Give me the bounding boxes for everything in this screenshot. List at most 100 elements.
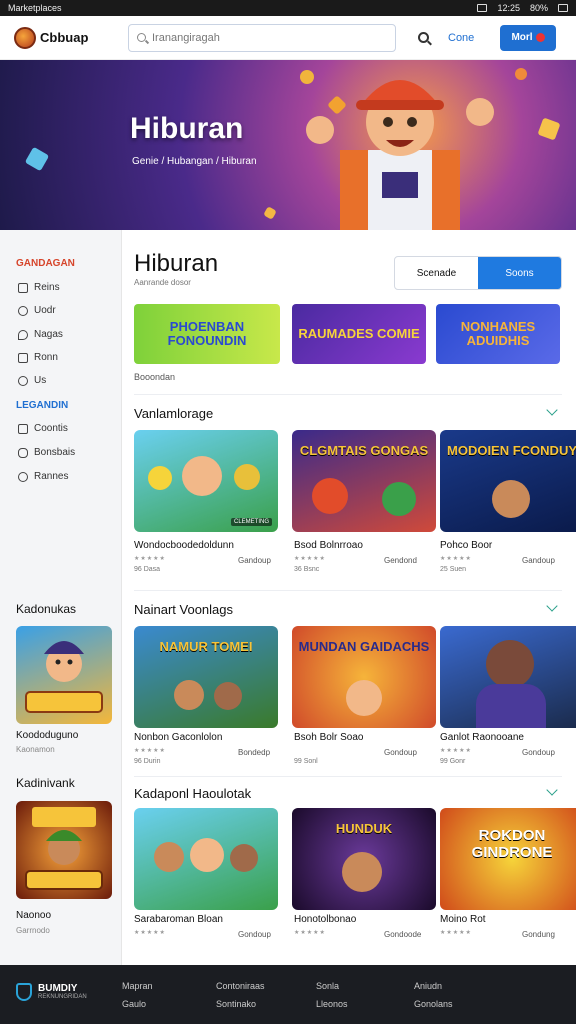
hero-title: Hiburan — [130, 112, 244, 145]
game-card[interactable]: MODOIEN FCONDUY — [440, 430, 576, 532]
section-title: Kadaponl Haoulotak — [134, 786, 252, 801]
card-art-text: ROKDON GINDRONE — [471, 827, 553, 861]
game-title[interactable]: Bsod Bolnrroao — [294, 540, 363, 551]
gem-icon — [24, 146, 50, 172]
character-art — [154, 842, 184, 872]
game-meta: 96 Durin — [134, 758, 161, 765]
status-time: 12:25 — [497, 3, 520, 13]
rating-stars: ★★★★★ — [134, 556, 166, 562]
header-link[interactable]: Cone — [448, 32, 492, 44]
rating-stars: ★★★★★ — [294, 556, 326, 562]
chevron-down-icon[interactable] — [546, 600, 558, 612]
character-art — [234, 464, 260, 490]
footer-tagline: REKNUNGRIDAN — [38, 994, 87, 1001]
character-art — [382, 482, 416, 516]
sidebar-item[interactable]: Rannes — [18, 471, 68, 482]
character-art — [230, 844, 258, 872]
game-genre: Bondedp — [238, 748, 271, 757]
logo-text: Cbbuap — [40, 30, 89, 45]
sidebar-item[interactable]: Reins — [18, 282, 60, 293]
game-title[interactable]: Nonbon Gaconlolon — [134, 732, 222, 743]
game-title[interactable]: Bsoh Bolr Soao — [294, 732, 364, 743]
game-genre: Gondoup — [384, 748, 417, 757]
search-button[interactable] — [408, 24, 438, 52]
segment-option[interactable]: Scenade — [395, 257, 478, 289]
page-subtitle: Aanrande dosor — [134, 278, 191, 287]
game-card[interactable]: HUNDUK — [292, 808, 436, 910]
footer-link[interactable]: Sonla — [316, 977, 348, 995]
promo-banner[interactable]: NONHANES ADUIDHIS — [436, 304, 560, 364]
footer-link[interactable]: Contoniraas — [216, 977, 265, 995]
sidebar-item[interactable]: Coontis — [18, 423, 68, 434]
triangle-icon — [18, 282, 28, 293]
footer-column: Contoniraas Sontinako — [216, 977, 265, 1013]
footer-logo[interactable]: BUMDIY REKNUNGRIDAN — [16, 983, 87, 1001]
promo-title: Koododuguno — [16, 730, 79, 741]
game-card[interactable] — [440, 626, 576, 728]
coin-icon — [515, 68, 527, 80]
promo-card[interactable] — [16, 801, 112, 899]
promo-title: Naonoo — [16, 910, 52, 921]
logo[interactable]: Cbbuap — [14, 26, 128, 49]
game-card[interactable]: CLEMETING — [134, 430, 278, 532]
sidebar: GANDAGAN Reins Uodr Nagas Ronn Us LEGAND… — [0, 230, 122, 965]
sidebar-item-label: Rannes — [34, 471, 69, 482]
promo-banner[interactable]: RAUMADES COMIE — [292, 304, 426, 364]
game-title[interactable]: Ganlot Raonooane — [440, 732, 524, 743]
hero-subtitle: Genie / Hubangan / Hiburan — [132, 156, 257, 167]
sidebar-item[interactable]: Us — [18, 375, 46, 386]
game-card[interactable]: ROKDON GINDRONE — [440, 808, 576, 910]
cta-button[interactable]: Morl — [500, 24, 556, 51]
footer-link[interactable]: Gaulo — [122, 995, 153, 1013]
character-art — [214, 682, 242, 710]
footer-link[interactable]: Gonolans — [414, 995, 453, 1013]
promo-banner[interactable]: PHOENBAN FONOUNDIN — [134, 304, 280, 364]
sidebar-item[interactable]: Bonsbais — [18, 447, 75, 458]
book-icon — [18, 352, 28, 363]
search-input[interactable]: Iranangiragah — [128, 23, 396, 52]
chevron-down-icon[interactable] — [546, 784, 558, 796]
sidebar-item[interactable]: Nagas — [18, 329, 63, 340]
sidebar-item-label: Us — [34, 375, 47, 386]
rating-stars: ★★★★★ — [440, 556, 472, 562]
segment-option-active[interactable]: Soons — [478, 257, 561, 289]
game-card[interactable]: CLGMTAIS GONGAS — [292, 430, 436, 532]
game-title[interactable]: Sarabaroman Bloan — [134, 914, 223, 925]
hero-character — [306, 80, 494, 230]
rating-stars: ★★★★★ — [440, 748, 472, 754]
footer-link[interactable]: Mapran — [122, 977, 153, 995]
logo-icon — [14, 26, 36, 49]
divider — [134, 394, 562, 395]
gem-icon — [537, 117, 561, 141]
game-title[interactable]: Moino Rot — [440, 914, 486, 925]
game-title[interactable]: Honotolbonao — [294, 914, 356, 925]
chevron-down-icon[interactable] — [546, 404, 558, 416]
footer-column: Sonla Lleonos — [316, 977, 348, 1013]
status-app: Marketplaces — [8, 3, 62, 13]
game-card[interactable] — [134, 808, 278, 910]
footer-link[interactable]: Aniudn — [414, 977, 453, 995]
hero-banner[interactable]: Hiburan Genie / Hubangan / Hiburan — [0, 60, 576, 230]
section-title: Vanlamlorage — [134, 406, 214, 421]
game-genre: Gondoup — [238, 930, 271, 939]
sidebar-item[interactable]: Uodr — [18, 305, 56, 316]
footer-link[interactable]: Sontinako — [216, 995, 265, 1013]
footer-link[interactable]: Lleonos — [316, 995, 348, 1013]
rating-stars: ★★★★★ — [134, 748, 166, 754]
game-title[interactable]: Pohco Boor — [440, 540, 492, 551]
game-genre: Gendond — [384, 556, 417, 565]
game-title[interactable]: Wondocboodedoldunn — [134, 540, 234, 551]
card-badge: CLEMETING — [230, 518, 272, 526]
game-meta: 96 Dasa — [134, 566, 161, 573]
promo-card[interactable] — [16, 626, 112, 724]
divider — [134, 590, 562, 591]
chat-icon — [18, 471, 28, 482]
game-card[interactable]: MUNDAN GAIDACHS — [292, 626, 436, 728]
game-genre: Gondoup — [522, 748, 555, 757]
sidebar-item-label: Reins — [34, 282, 60, 293]
sidebar-item[interactable]: Ronn — [18, 352, 58, 363]
sidebar-item-label: Nagas — [34, 329, 63, 340]
sidebar-section-title: LEGANDIN — [16, 400, 69, 411]
game-genre: Gondoode — [384, 930, 422, 939]
game-card[interactable]: NAMUR TOMEI — [134, 626, 278, 728]
